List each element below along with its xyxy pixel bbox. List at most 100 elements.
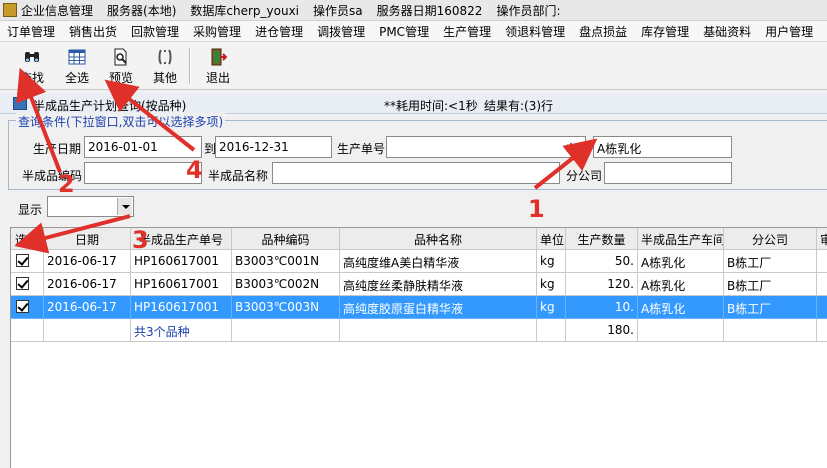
- select-all-button[interactable]: 全选: [55, 46, 99, 86]
- header-item-code[interactable]: 品种编码: [232, 228, 340, 250]
- table-row-selected[interactable]: 2016-06-17 HP160617001 B3003℃003N 高纯度胶原蛋…: [11, 296, 827, 319]
- preview-button[interactable]: 预览: [99, 46, 143, 86]
- other-label: 其他: [152, 71, 177, 85]
- menu-inventory[interactable]: 库存管理: [634, 23, 696, 40]
- cell-workshop: A栋乳化: [638, 250, 724, 273]
- workshop-input[interactable]: A栋乳化: [593, 136, 732, 158]
- cell-item-name: 高纯度维A美白精华液: [340, 250, 537, 273]
- other-tools-icon: [156, 48, 174, 66]
- menu-production[interactable]: 生产管理: [436, 23, 498, 40]
- query-legend: 查询条件(下拉窗口,双击可以选择多项): [16, 113, 226, 130]
- menu-purchasing[interactable]: 采购管理: [186, 23, 248, 40]
- server-info: 服务器(本地): [107, 3, 177, 18]
- header-audit[interactable]: 审: [817, 228, 827, 250]
- app-icon: [3, 3, 17, 17]
- other-button[interactable]: 其他: [143, 46, 187, 86]
- header-workshop[interactable]: 半成品生产车间: [638, 228, 724, 250]
- branch-input[interactable]: [604, 162, 732, 184]
- date-from-input[interactable]: 2016-01-01: [84, 136, 202, 158]
- prod-date-label: 生产日期: [33, 142, 82, 156]
- header-item-name[interactable]: 品种名称: [340, 228, 537, 250]
- results-grid: 选中 日期 半成品生产单号 品种编码 品种名称 单位 生产数量 半成品生产车间 …: [10, 227, 827, 468]
- window-title: 半成品生产计划查询(按品种): [33, 99, 187, 113]
- menu-material-return[interactable]: 领退料管理: [498, 23, 572, 40]
- cell-workshop: A栋乳化: [638, 273, 724, 296]
- cell-branch: B栋工厂: [724, 296, 817, 319]
- cell-unit: kg: [537, 250, 566, 273]
- cell-date: 2016-06-17: [44, 296, 131, 319]
- menu-stocktake[interactable]: 盘点损益: [572, 23, 634, 40]
- cell-item-code: B3003℃003N: [232, 296, 340, 319]
- semi-code-input[interactable]: [84, 162, 202, 184]
- menu-transfer[interactable]: 调拨管理: [310, 23, 372, 40]
- chevron-down-icon[interactable]: [117, 198, 132, 215]
- header-date[interactable]: 日期: [44, 228, 131, 250]
- cell-item-code: B3003℃001N: [232, 250, 340, 273]
- row-checkbox[interactable]: [16, 254, 29, 267]
- cell-audit: [817, 296, 827, 319]
- app-window: 企业信息管理 服务器(本地) 数据库cherp_youxi 操作员sa 服务器日…: [0, 0, 827, 468]
- semi-name-input[interactable]: [272, 162, 560, 184]
- row-checkbox[interactable]: [16, 277, 29, 290]
- search-label: 查找: [19, 71, 44, 85]
- database-info: 数据库cherp_youxi: [190, 3, 300, 18]
- annotation-3: 3: [132, 226, 149, 254]
- print-preview-icon: [112, 48, 130, 66]
- display-label: 显示: [18, 203, 43, 217]
- cell-qty: 50.: [566, 250, 638, 273]
- operator-dept: 操作员部门:: [496, 3, 561, 18]
- order-no-input[interactable]: [386, 136, 586, 158]
- header-qty[interactable]: 生产数量: [566, 228, 638, 250]
- preview-label: 预览: [108, 71, 133, 85]
- menu-base-data[interactable]: 基础资料: [696, 23, 758, 40]
- menu-warehousing[interactable]: 进仓管理: [248, 23, 310, 40]
- annotation-2: 2: [58, 170, 75, 198]
- workshop-label: 车间: [566, 142, 591, 156]
- date-to-input[interactable]: 2016-12-31: [215, 136, 332, 158]
- cell-order-no: HP160617001: [131, 273, 232, 296]
- header-unit[interactable]: 单位: [537, 228, 566, 250]
- cell-workshop: A栋乳化: [638, 296, 724, 319]
- cell-item-code: B3003℃002N: [232, 273, 340, 296]
- app-name: 企业信息管理: [21, 3, 94, 18]
- toolbar: 查找 全选 预览 其他 退出: [0, 42, 827, 90]
- menu-sales-shipping[interactable]: 销售出货: [62, 23, 124, 40]
- cell-unit: kg: [537, 273, 566, 296]
- order-no-label: 生产单号: [337, 142, 386, 156]
- cell-order-no: HP160617001: [131, 296, 232, 319]
- cell-qty: 10.: [566, 296, 638, 319]
- window-icon: [13, 97, 27, 110]
- exit-door-icon: [209, 48, 228, 66]
- cell-qty: 120.: [566, 273, 638, 296]
- row-checkbox[interactable]: [16, 300, 29, 313]
- menu-payments[interactable]: 回款管理: [124, 23, 186, 40]
- menu-users[interactable]: 用户管理: [758, 23, 820, 40]
- summary-qty: 180.: [566, 319, 638, 342]
- title-bar: 企业信息管理 服务器(本地) 数据库cherp_youxi 操作员sa 服务器日…: [0, 0, 827, 21]
- header-selected[interactable]: 选中: [11, 228, 44, 250]
- header-branch[interactable]: 分公司: [724, 228, 817, 250]
- cell-branch: B栋工厂: [724, 250, 817, 273]
- cell-audit: [817, 250, 827, 273]
- menu-orders[interactable]: 订单管理: [0, 23, 62, 40]
- grid-icon: [68, 48, 86, 66]
- menu-bar: 订单管理 销售出货 回款管理 采购管理 进仓管理 调拨管理 PMC管理 生产管理…: [0, 21, 827, 42]
- binoculars-icon: [23, 48, 41, 66]
- operator-info: 操作员sa: [313, 3, 363, 18]
- table-row[interactable]: 2016-06-17 HP160617001 B3003℃002N 高纯度丝柔静…: [11, 273, 827, 296]
- exit-button[interactable]: 退出: [196, 46, 240, 86]
- summary-row: 共3个品种 180.: [11, 319, 827, 342]
- summary-label: 共3个品种: [131, 319, 232, 342]
- window-title-bar: 半成品生产计划查询(按品种) **耗用时间:<1秒 结果有:(3)行: [0, 94, 827, 114]
- menu-pmc[interactable]: PMC管理: [372, 23, 436, 40]
- server-date: 服务器日期160822: [376, 3, 483, 18]
- annotation-1: 1: [528, 195, 545, 223]
- cell-audit: [817, 273, 827, 296]
- branch-label: 分公司: [566, 169, 603, 183]
- select-all-label: 全选: [64, 71, 89, 85]
- display-select[interactable]: [47, 196, 134, 217]
- search-button[interactable]: 查找: [10, 46, 54, 86]
- result-count: 结果有:(3)行: [484, 99, 554, 113]
- cell-unit: kg: [537, 296, 566, 319]
- cell-branch: B栋工厂: [724, 273, 817, 296]
